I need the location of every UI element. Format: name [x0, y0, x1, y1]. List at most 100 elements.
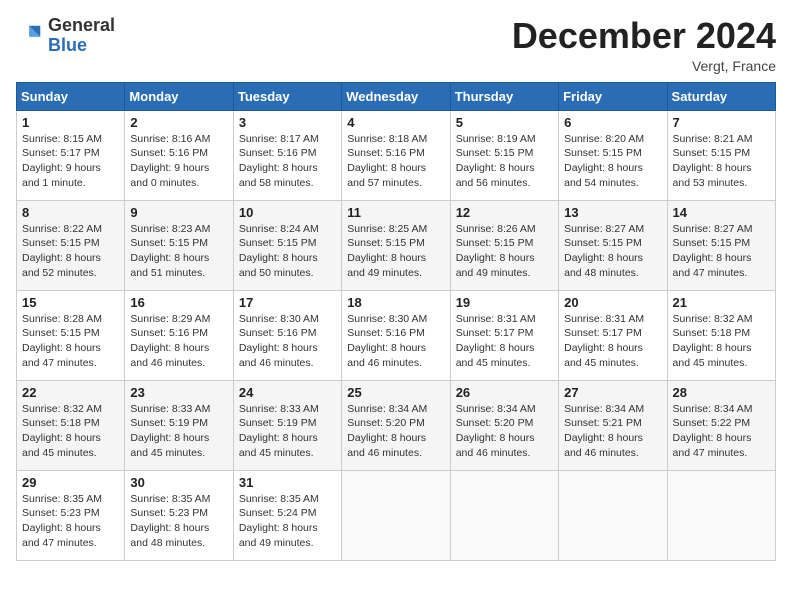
day-detail: Sunrise: 8:23 AMSunset: 5:15 PMDaylight:…	[130, 223, 210, 279]
calendar-week-row: 8 Sunrise: 8:22 AMSunset: 5:15 PMDayligh…	[17, 200, 776, 290]
day-detail: Sunrise: 8:17 AMSunset: 5:16 PMDaylight:…	[239, 133, 319, 189]
day-number: 5	[456, 115, 553, 130]
day-detail: Sunrise: 8:29 AMSunset: 5:16 PMDaylight:…	[130, 313, 210, 369]
day-number: 14	[673, 205, 770, 220]
day-number: 16	[130, 295, 227, 310]
day-number: 30	[130, 475, 227, 490]
calendar-day-cell: 31 Sunrise: 8:35 AMSunset: 5:24 PMDaylig…	[233, 470, 341, 560]
calendar-day-cell: 11 Sunrise: 8:25 AMSunset: 5:15 PMDaylig…	[342, 200, 450, 290]
day-number: 26	[456, 385, 553, 400]
day-number: 25	[347, 385, 444, 400]
calendar-day-cell	[450, 470, 558, 560]
day-number: 29	[22, 475, 119, 490]
calendar-day-cell: 20 Sunrise: 8:31 AMSunset: 5:17 PMDaylig…	[559, 290, 667, 380]
day-number: 4	[347, 115, 444, 130]
day-number: 24	[239, 385, 336, 400]
calendar-day-cell: 3 Sunrise: 8:17 AMSunset: 5:16 PMDayligh…	[233, 110, 341, 200]
day-detail: Sunrise: 8:27 AMSunset: 5:15 PMDaylight:…	[564, 223, 644, 279]
title-block: December 2024 Vergt, France	[512, 16, 776, 74]
day-detail: Sunrise: 8:31 AMSunset: 5:17 PMDaylight:…	[564, 313, 644, 369]
calendar-day-cell: 13 Sunrise: 8:27 AMSunset: 5:15 PMDaylig…	[559, 200, 667, 290]
logo-blue: Blue	[48, 35, 87, 55]
day-number: 23	[130, 385, 227, 400]
calendar-table: Sunday Monday Tuesday Wednesday Thursday…	[16, 82, 776, 561]
location: Vergt, France	[512, 58, 776, 74]
logo-icon	[16, 22, 44, 50]
calendar-day-cell: 29 Sunrise: 8:35 AMSunset: 5:23 PMDaylig…	[17, 470, 125, 560]
day-detail: Sunrise: 8:32 AMSunset: 5:18 PMDaylight:…	[22, 403, 102, 459]
day-number: 17	[239, 295, 336, 310]
day-number: 21	[673, 295, 770, 310]
day-detail: Sunrise: 8:34 AMSunset: 5:21 PMDaylight:…	[564, 403, 644, 459]
day-detail: Sunrise: 8:16 AMSunset: 5:16 PMDaylight:…	[130, 133, 210, 189]
day-number: 12	[456, 205, 553, 220]
calendar-day-cell: 8 Sunrise: 8:22 AMSunset: 5:15 PMDayligh…	[17, 200, 125, 290]
day-detail: Sunrise: 8:34 AMSunset: 5:20 PMDaylight:…	[347, 403, 427, 459]
calendar-day-cell: 27 Sunrise: 8:34 AMSunset: 5:21 PMDaylig…	[559, 380, 667, 470]
day-detail: Sunrise: 8:27 AMSunset: 5:15 PMDaylight:…	[673, 223, 753, 279]
day-detail: Sunrise: 8:35 AMSunset: 5:23 PMDaylight:…	[130, 493, 210, 549]
day-detail: Sunrise: 8:32 AMSunset: 5:18 PMDaylight:…	[673, 313, 753, 369]
calendar-day-cell: 30 Sunrise: 8:35 AMSunset: 5:23 PMDaylig…	[125, 470, 233, 560]
col-wednesday: Wednesday	[342, 82, 450, 110]
day-number: 19	[456, 295, 553, 310]
calendar-day-cell: 21 Sunrise: 8:32 AMSunset: 5:18 PMDaylig…	[667, 290, 775, 380]
calendar-day-cell: 26 Sunrise: 8:34 AMSunset: 5:20 PMDaylig…	[450, 380, 558, 470]
day-number: 3	[239, 115, 336, 130]
calendar-day-cell: 23 Sunrise: 8:33 AMSunset: 5:19 PMDaylig…	[125, 380, 233, 470]
calendar-day-cell: 15 Sunrise: 8:28 AMSunset: 5:15 PMDaylig…	[17, 290, 125, 380]
day-number: 2	[130, 115, 227, 130]
calendar-day-cell: 17 Sunrise: 8:30 AMSunset: 5:16 PMDaylig…	[233, 290, 341, 380]
day-number: 31	[239, 475, 336, 490]
day-detail: Sunrise: 8:34 AMSunset: 5:22 PMDaylight:…	[673, 403, 753, 459]
day-detail: Sunrise: 8:21 AMSunset: 5:15 PMDaylight:…	[673, 133, 753, 189]
logo: General Blue	[16, 16, 115, 56]
day-detail: Sunrise: 8:22 AMSunset: 5:15 PMDaylight:…	[22, 223, 102, 279]
day-number: 22	[22, 385, 119, 400]
day-detail: Sunrise: 8:34 AMSunset: 5:20 PMDaylight:…	[456, 403, 536, 459]
day-number: 6	[564, 115, 661, 130]
day-number: 11	[347, 205, 444, 220]
calendar-day-cell: 1 Sunrise: 8:15 AMSunset: 5:17 PMDayligh…	[17, 110, 125, 200]
col-monday: Monday	[125, 82, 233, 110]
day-detail: Sunrise: 8:35 AMSunset: 5:23 PMDaylight:…	[22, 493, 102, 549]
calendar-day-cell	[342, 470, 450, 560]
calendar-day-cell: 22 Sunrise: 8:32 AMSunset: 5:18 PMDaylig…	[17, 380, 125, 470]
day-number: 13	[564, 205, 661, 220]
day-number: 15	[22, 295, 119, 310]
col-sunday: Sunday	[17, 82, 125, 110]
calendar-day-cell: 5 Sunrise: 8:19 AMSunset: 5:15 PMDayligh…	[450, 110, 558, 200]
day-number: 28	[673, 385, 770, 400]
day-detail: Sunrise: 8:19 AMSunset: 5:15 PMDaylight:…	[456, 133, 536, 189]
calendar-day-cell: 18 Sunrise: 8:30 AMSunset: 5:16 PMDaylig…	[342, 290, 450, 380]
calendar-week-row: 22 Sunrise: 8:32 AMSunset: 5:18 PMDaylig…	[17, 380, 776, 470]
day-detail: Sunrise: 8:35 AMSunset: 5:24 PMDaylight:…	[239, 493, 319, 549]
calendar-week-row: 15 Sunrise: 8:28 AMSunset: 5:15 PMDaylig…	[17, 290, 776, 380]
day-detail: Sunrise: 8:20 AMSunset: 5:15 PMDaylight:…	[564, 133, 644, 189]
header-row: Sunday Monday Tuesday Wednesday Thursday…	[17, 82, 776, 110]
month-title: December 2024	[512, 16, 776, 56]
day-detail: Sunrise: 8:24 AMSunset: 5:15 PMDaylight:…	[239, 223, 319, 279]
day-detail: Sunrise: 8:30 AMSunset: 5:16 PMDaylight:…	[347, 313, 427, 369]
day-detail: Sunrise: 8:18 AMSunset: 5:16 PMDaylight:…	[347, 133, 427, 189]
logo-general: General	[48, 15, 115, 35]
calendar-day-cell: 25 Sunrise: 8:34 AMSunset: 5:20 PMDaylig…	[342, 380, 450, 470]
day-detail: Sunrise: 8:30 AMSunset: 5:16 PMDaylight:…	[239, 313, 319, 369]
day-number: 8	[22, 205, 119, 220]
day-detail: Sunrise: 8:26 AMSunset: 5:15 PMDaylight:…	[456, 223, 536, 279]
day-number: 1	[22, 115, 119, 130]
col-tuesday: Tuesday	[233, 82, 341, 110]
day-number: 10	[239, 205, 336, 220]
day-detail: Sunrise: 8:15 AMSunset: 5:17 PMDaylight:…	[22, 133, 102, 189]
day-detail: Sunrise: 8:25 AMSunset: 5:15 PMDaylight:…	[347, 223, 427, 279]
calendar-day-cell: 10 Sunrise: 8:24 AMSunset: 5:15 PMDaylig…	[233, 200, 341, 290]
col-saturday: Saturday	[667, 82, 775, 110]
calendar-day-cell: 28 Sunrise: 8:34 AMSunset: 5:22 PMDaylig…	[667, 380, 775, 470]
page-header: General Blue December 2024 Vergt, France	[16, 16, 776, 74]
day-number: 20	[564, 295, 661, 310]
day-number: 7	[673, 115, 770, 130]
calendar-week-row: 29 Sunrise: 8:35 AMSunset: 5:23 PMDaylig…	[17, 470, 776, 560]
logo-text: General Blue	[48, 16, 115, 56]
col-friday: Friday	[559, 82, 667, 110]
calendar-day-cell: 9 Sunrise: 8:23 AMSunset: 5:15 PMDayligh…	[125, 200, 233, 290]
